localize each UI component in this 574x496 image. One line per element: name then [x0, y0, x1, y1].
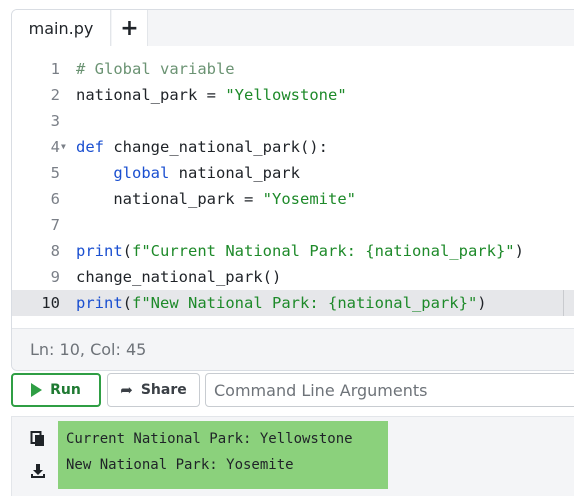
- code-text: def change_national_park():: [76, 134, 328, 160]
- code-editor-panel: main.py + 1 # Global variable 2 national_pa…: [11, 9, 574, 371]
- run-button[interactable]: Run: [11, 373, 101, 407]
- line-number: 10: [41, 294, 60, 312]
- code-line[interactable]: 10 print(f"New National Park: {national_p…: [12, 290, 574, 316]
- tab-bar: main.py +: [12, 10, 574, 46]
- code-token: # Global variable: [76, 60, 235, 78]
- code-token: def: [76, 138, 104, 156]
- code-line[interactable]: 9 change_national_park(): [12, 264, 574, 290]
- code-token: (: [122, 294, 133, 312]
- code-token: (: [122, 242, 133, 260]
- output-panel: Current National Park: Yellowstone New N…: [11, 416, 574, 496]
- line-number: 9: [50, 268, 60, 286]
- code-token: ): [477, 294, 487, 312]
- code-area[interactable]: 1 # Global variable 2 national_park = "Yell…: [12, 46, 574, 328]
- code-line[interactable]: 7: [12, 212, 574, 238]
- code-token: ): [514, 242, 524, 260]
- plus-icon: +: [120, 15, 139, 41]
- tab-main-py[interactable]: main.py: [12, 10, 111, 46]
- code-token: change_national_park(): [76, 268, 282, 286]
- code-line[interactable]: 8 print(f"Current National Park: {nationa…: [12, 238, 574, 264]
- command-line-arguments-input[interactable]: [205, 373, 574, 407]
- code-token: national_park: [169, 164, 300, 182]
- fold-arrow-icon[interactable]: ▼: [61, 143, 66, 151]
- line-number: 1: [50, 60, 60, 78]
- line-number: 2: [50, 86, 60, 104]
- line-number: 3: [50, 112, 60, 130]
- code-text: change_national_park(): [76, 264, 281, 290]
- code-token: print: [76, 294, 123, 312]
- code-token: global: [113, 164, 170, 182]
- cursor-position: Ln: 10, Col: 45: [30, 340, 147, 359]
- code-token: =: [206, 86, 216, 104]
- code-text: # Global variable: [76, 56, 235, 82]
- code-token: change_national_park():: [104, 138, 328, 156]
- code-token: =: [243, 190, 254, 208]
- line-number: 6: [50, 190, 60, 208]
- code-text: print(f"New National Park: {national_par…: [76, 290, 487, 316]
- code-line[interactable]: 6 national_park = "Yosemite": [12, 186, 574, 212]
- code-text: national_park = "Yosemite": [76, 186, 356, 212]
- code-text: national_park = "Yellowstone": [76, 82, 347, 108]
- code-line[interactable]: 2 national_park = "Yellowstone": [12, 82, 574, 108]
- line-number: 5: [50, 164, 60, 182]
- output-line: New National Park: Yosemite: [66, 457, 294, 473]
- share-button[interactable]: ➦ Share: [107, 373, 200, 407]
- output-line: Current National Park: Yellowstone: [66, 431, 353, 447]
- code-line[interactable]: 1 # Global variable: [12, 56, 574, 82]
- code-text: global national_park: [76, 160, 300, 186]
- tab-label: main.py: [28, 18, 94, 38]
- code-line[interactable]: 4 ▼ def change_national_park():: [12, 134, 574, 160]
- code-token: print: [76, 242, 123, 260]
- code-token: f"New National Park: {national_park}": [132, 294, 478, 312]
- status-bar: Ln: 10, Col: 45: [12, 328, 574, 370]
- run-button-label: Run: [50, 382, 81, 398]
- code-line[interactable]: 5 global national_park: [12, 160, 574, 186]
- code-token: national_park: [76, 86, 207, 104]
- text-cursor: [563, 290, 564, 316]
- code-token: "Yosemite": [262, 190, 356, 208]
- add-tab-button[interactable]: +: [112, 10, 148, 46]
- share-icon: ➦: [120, 381, 133, 399]
- code-line[interactable]: 3: [12, 108, 574, 134]
- line-number: 4: [50, 138, 60, 156]
- output-console: Current National Park: Yellowstone New N…: [58, 421, 388, 489]
- code-token: f"Current National Park: {national_park}…: [132, 242, 515, 260]
- code-token: national_park: [76, 190, 244, 208]
- code-token: "Yellowstone": [225, 86, 347, 104]
- line-number: 7: [50, 216, 60, 234]
- download-icon[interactable]: [30, 463, 46, 479]
- share-button-label: Share: [140, 382, 187, 398]
- code-text: print(f"Current National Park: {national…: [76, 238, 524, 264]
- play-icon: [31, 383, 43, 397]
- copy-icon[interactable]: [30, 431, 46, 447]
- line-number: 8: [50, 242, 60, 260]
